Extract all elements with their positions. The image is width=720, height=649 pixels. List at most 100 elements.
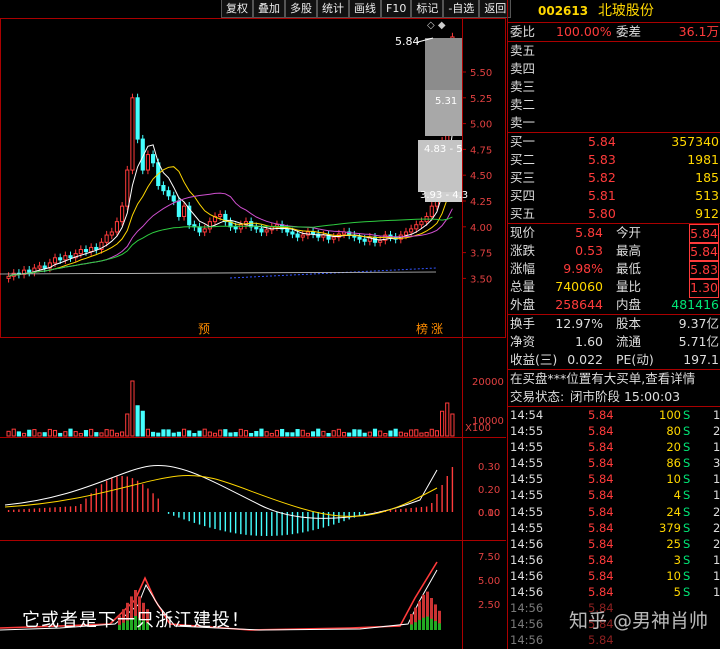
- candle-body: [125, 169, 130, 207]
- bid-list: 买一 5.84 357340 买二 5.83 1981 买三 5.82 185 买四 5.81 513…: [508, 133, 720, 224]
- price-tick-label: 3.75: [470, 249, 492, 260]
- tick-direction: S: [683, 552, 691, 567]
- tick-count: 2: [713, 520, 720, 535]
- overlay-label: 3.93 - 4.3: [420, 190, 468, 201]
- tick-volume: 5: [673, 585, 681, 600]
- candle-body: [52, 257, 58, 264]
- candle-body: [197, 226, 202, 233]
- price-tick-label: 3.50: [470, 274, 492, 285]
- weibi-row: 委比 100.00% 委差 36.1万: [508, 23, 720, 42]
- candle-body: [89, 246, 94, 253]
- candle-body: [109, 231, 114, 236]
- bid-price: 5.84: [588, 134, 616, 149]
- bid-row[interactable]: 买四 5.81 513: [508, 187, 720, 205]
- quote-stats: 现价 5.84 今开 5.84 涨跌 0.53 最高 5.84 涨幅 9.98% 最低 5.83 总量 7…: [508, 224, 720, 315]
- volume-bar: [89, 428, 94, 437]
- volume-bar: [445, 402, 450, 437]
- volume-bar: [47, 428, 52, 437]
- bid-row[interactable]: 买三 5.82 185: [508, 169, 720, 187]
- volume-bar: [16, 431, 21, 437]
- volume-bar: [254, 431, 259, 437]
- volume-bar: [212, 432, 218, 437]
- bid-row[interactable]: 买一 5.84 357340: [508, 133, 720, 151]
- macd-dif-line: [4, 464, 438, 519]
- volume-bar: [130, 380, 135, 437]
- volume-bar: [197, 430, 202, 437]
- tick-direction: S: [683, 504, 691, 519]
- volume-bar: [290, 432, 295, 437]
- volume-tick-label: 20000: [472, 377, 504, 388]
- big-order-notice[interactable]: 在买盘***位置有大买单,查看详情: [508, 370, 720, 388]
- volume-bar: [372, 428, 378, 437]
- volume-bar: [264, 431, 269, 437]
- ask-row[interactable]: 卖五: [508, 42, 720, 60]
- tick-time: 14:54: [510, 408, 544, 422]
- tick-time: 14:55: [510, 520, 544, 535]
- volume-bar: [321, 430, 326, 437]
- volume-bar: [187, 430, 192, 437]
- tick-price: 5.84: [588, 472, 614, 487]
- bid-row[interactable]: 买五 5.80 912: [508, 205, 720, 223]
- volume-bar: [424, 431, 429, 437]
- overlay-label: 5.31: [435, 96, 457, 107]
- fund-label: 净资: [510, 334, 536, 349]
- fund-label-2: 流通: [616, 334, 642, 349]
- volume-bar: [207, 431, 212, 437]
- volume-bar: [32, 429, 37, 437]
- ask-row[interactable]: 卖三: [508, 78, 720, 96]
- stock-header: 002613 北玻股份: [508, 0, 720, 23]
- volume-bar: [429, 428, 434, 437]
- volume-bar: [166, 429, 171, 437]
- tick-count: 1: [713, 585, 720, 600]
- volume-bar: [63, 431, 68, 437]
- ask-row[interactable]: 卖一: [508, 114, 720, 132]
- quote-label: 涨幅: [510, 261, 536, 276]
- volume-bar: [310, 431, 316, 437]
- ma10-line: [8, 166, 453, 277]
- candle-body: [114, 221, 120, 233]
- kline-chart-area[interactable]: 5.50 5.25 5.00 4.75 4.50 4.25 4.00 3.75 3.50 2000…: [0, 0, 507, 649]
- quote-row: 现价 5.84 今开 5.84: [508, 224, 720, 244]
- volume-bar: [434, 430, 440, 437]
- ask-label: 卖五: [510, 43, 536, 58]
- volume-bar: [78, 432, 83, 437]
- volume-bar: [125, 413, 130, 437]
- fund-row: 收益(三) 0.022 PE(动) 197.1: [508, 351, 720, 369]
- candle-body: [285, 228, 290, 233]
- tick-time: 14:56: [510, 585, 544, 600]
- tick-volume: 100: [659, 408, 681, 422]
- tick-volume: 3: [673, 552, 681, 567]
- fund-label: 换手: [510, 316, 536, 331]
- candle-body: [83, 249, 89, 253]
- stock-name: 北玻股份: [597, 3, 654, 19]
- bid-row[interactable]: 买二 5.83 1981: [508, 151, 720, 169]
- quote-row: 总量 740060 量比 1.30: [508, 278, 720, 298]
- tick-volume: 86: [666, 456, 681, 471]
- volume-bar: [259, 428, 264, 437]
- quote-value-2: 5.84: [689, 224, 719, 244]
- volume-bar: [27, 429, 32, 437]
- ask-row[interactable]: 卖四: [508, 60, 720, 78]
- kdj-tick-label: 7.50: [478, 552, 500, 563]
- volume-bar: [109, 429, 114, 437]
- quote-label-2: 今开: [616, 225, 642, 240]
- volume-bar: [367, 431, 372, 437]
- tick-row: 14:56 5.84 10 S 1: [508, 568, 720, 584]
- volume-bar: [145, 428, 151, 437]
- tick-count: 1: [713, 488, 720, 503]
- fund-value: 12.97%: [555, 316, 603, 331]
- tick-volume: 24: [666, 504, 681, 519]
- bid-volume: 1981: [687, 152, 719, 167]
- candle-body: [181, 205, 187, 217]
- tick-volume: 25: [666, 536, 681, 551]
- bid-label: 买三: [510, 170, 536, 185]
- volume-bar: [181, 428, 187, 437]
- ask-row[interactable]: 卖二: [508, 96, 720, 114]
- volume-bar: [341, 431, 347, 437]
- ask-list: 卖五卖四 卖三 卖二 卖一: [508, 42, 720, 133]
- volume-bar: [331, 430, 336, 437]
- tick-price: 5.84: [588, 633, 614, 648]
- bid-price: 5.81: [588, 188, 616, 203]
- quote-label: 涨跌: [510, 243, 536, 258]
- notice-text[interactable]: 在买盘***位置有大买单,查看详情: [510, 370, 695, 388]
